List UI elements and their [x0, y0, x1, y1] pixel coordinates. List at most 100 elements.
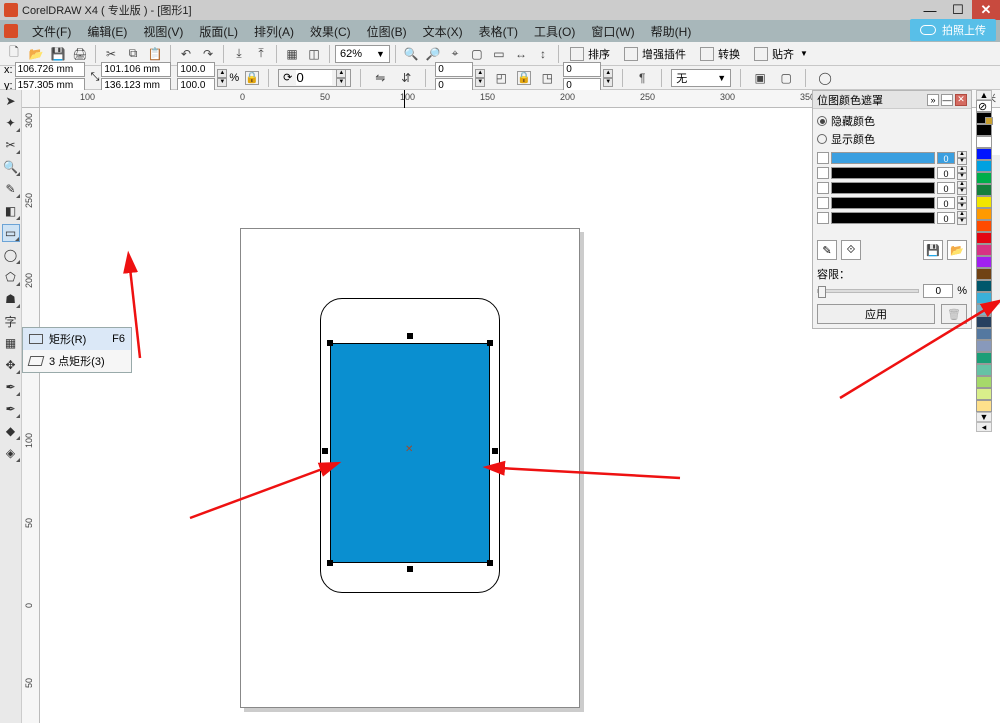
- zoom-out-icon[interactable]: 🔎: [423, 44, 443, 64]
- checkbox[interactable]: [817, 167, 829, 179]
- to-front-icon[interactable]: ▣: [750, 68, 770, 88]
- redo-icon[interactable]: ↷: [198, 44, 218, 64]
- value-spin[interactable]: ▲▼: [957, 196, 967, 210]
- palette-swatch[interactable]: [976, 256, 992, 268]
- radio-show-colors[interactable]: 显示颜色: [817, 131, 967, 147]
- palette-scroll-up-icon[interactable]: ▲: [976, 90, 992, 100]
- zoom-height-icon[interactable]: ↕: [533, 44, 553, 64]
- corner-tl-input[interactable]: [435, 62, 473, 77]
- color-mask-row[interactable]: 0▲▼: [817, 166, 967, 180]
- zoom-page-icon[interactable]: ▭: [489, 44, 509, 64]
- basic-shapes-tool[interactable]: ☗: [2, 290, 20, 308]
- zoom-select[interactable]: 62% ▼: [335, 45, 390, 63]
- color-swatch[interactable]: [831, 152, 935, 164]
- eyedropper-tool[interactable]: ✒: [2, 378, 20, 396]
- save-mask-icon[interactable]: 💾: [923, 240, 943, 260]
- menu-text[interactable]: 文本(X): [417, 21, 469, 42]
- menu-help[interactable]: 帮助(H): [645, 21, 698, 42]
- palette-swatch[interactable]: [976, 220, 992, 232]
- ruler-origin[interactable]: [22, 90, 40, 108]
- undo-icon[interactable]: ↶: [176, 44, 196, 64]
- lock-ratio-toggle[interactable]: 🔒: [245, 71, 259, 85]
- slider-knob[interactable]: [818, 286, 826, 298]
- app-launcher-icon[interactable]: ▦: [282, 44, 302, 64]
- value-spin[interactable]: ▲▼: [957, 211, 967, 225]
- radio-hide-colors[interactable]: 隐藏颜色: [817, 113, 967, 129]
- menu-view[interactable]: 视图(V): [137, 21, 189, 42]
- table-tool[interactable]: ▦: [2, 334, 20, 352]
- minimize-button[interactable]: —: [916, 0, 944, 20]
- palette-swatch[interactable]: [976, 280, 992, 292]
- corner-lock-toggle[interactable]: 🔒: [517, 71, 531, 85]
- print-icon[interactable]: 🖨: [70, 44, 90, 64]
- sort-btn[interactable]: 排序: [564, 46, 616, 62]
- palette-swatch[interactable]: [976, 160, 992, 172]
- checkbox[interactable]: [817, 197, 829, 209]
- sel-handle-tr[interactable]: [487, 340, 493, 346]
- color-swatch[interactable]: [831, 212, 935, 224]
- x-input[interactable]: [15, 62, 85, 77]
- rotate-input[interactable]: [296, 70, 332, 85]
- palette-swatch[interactable]: [976, 208, 992, 220]
- width-input[interactable]: [101, 62, 171, 77]
- color-mask-row[interactable]: 0▲▼: [817, 181, 967, 195]
- menu-table[interactable]: 表格(T): [473, 21, 524, 42]
- docker-side-tab[interactable]: [992, 155, 1000, 305]
- shape-tool[interactable]: ✦: [2, 114, 20, 132]
- palette-menu-icon[interactable]: ◂: [976, 422, 992, 432]
- outline-tool[interactable]: ✒: [2, 400, 20, 418]
- copy-icon[interactable]: ⧉: [123, 44, 143, 64]
- smart-fill-tool[interactable]: ◧: [2, 202, 20, 220]
- color-mask-row[interactable]: 0▲▼: [817, 196, 967, 210]
- rectangle-tool[interactable]: ▭: [2, 224, 20, 242]
- palette-swatch[interactable]: [976, 112, 992, 124]
- menu-edit[interactable]: 编辑(E): [81, 21, 133, 42]
- cut-icon[interactable]: ✂: [101, 44, 121, 64]
- sel-handle-tl[interactable]: [327, 340, 333, 346]
- maximize-button[interactable]: ☐: [944, 0, 972, 20]
- color-swatch[interactable]: [831, 197, 935, 209]
- edit-color-icon[interactable]: ✎: [817, 240, 837, 260]
- export-icon[interactable]: ⤒: [251, 44, 271, 64]
- sel-handle-tc[interactable]: [407, 333, 413, 339]
- tolerance-slider[interactable]: [817, 289, 919, 293]
- menu-effects[interactable]: 效果(C): [304, 21, 357, 42]
- new-icon[interactable]: 🗋: [4, 44, 24, 64]
- sel-handle-bl[interactable]: [327, 560, 333, 566]
- checkbox[interactable]: [817, 152, 829, 164]
- palette-swatch[interactable]: [976, 244, 992, 256]
- zoom-width-icon[interactable]: ↔: [511, 44, 531, 64]
- ruler-vertical[interactable]: 300 250 200 150 100 50 0 50: [22, 108, 40, 723]
- save-icon[interactable]: 💾: [48, 44, 68, 64]
- menu-arrange[interactable]: 排列(A): [248, 21, 300, 42]
- interactive-tool[interactable]: ✥: [2, 356, 20, 374]
- to-back-icon[interactable]: ▢: [776, 68, 796, 88]
- checkbox[interactable]: [817, 212, 829, 224]
- ellipse-tool[interactable]: ◯: [2, 246, 20, 264]
- zoom-in-icon[interactable]: 🔍: [401, 44, 421, 64]
- import-icon[interactable]: ⤓: [229, 44, 249, 64]
- docker-close-icon[interactable]: ✕: [955, 94, 967, 106]
- open-icon[interactable]: 📂: [26, 44, 46, 64]
- corner-spin-r[interactable]: ▲▼: [603, 69, 613, 87]
- wrap-text-icon[interactable]: ¶: [632, 68, 652, 88]
- palette-swatch[interactable]: [976, 268, 992, 280]
- scale-spin[interactable]: ▲▼: [217, 69, 227, 87]
- menu-bitmap[interactable]: 位图(B): [361, 21, 413, 42]
- palette-swatch[interactable]: [976, 148, 992, 160]
- paste-icon[interactable]: 📋: [145, 44, 165, 64]
- polygon-tool[interactable]: ⬠: [2, 268, 20, 286]
- interactive-fill-tool[interactable]: ◈: [2, 444, 20, 462]
- menu-tools[interactable]: 工具(O): [528, 21, 581, 42]
- text-tool[interactable]: 字: [2, 312, 20, 330]
- value-spin[interactable]: ▲▼: [957, 181, 967, 195]
- color-mask-row[interactable]: 0▲▼: [817, 151, 967, 165]
- color-mask-row[interactable]: 0▲▼: [817, 211, 967, 225]
- color-swatch[interactable]: [831, 167, 935, 179]
- menu-layout[interactable]: 版面(L): [193, 21, 244, 42]
- convert-curves-icon[interactable]: ◯: [815, 68, 835, 88]
- sel-handle-br[interactable]: [487, 560, 493, 566]
- outline-select[interactable]: 无 ▼: [671, 69, 731, 87]
- scale-x-input[interactable]: [177, 62, 215, 77]
- no-color-swatch[interactable]: ⊘: [976, 100, 992, 112]
